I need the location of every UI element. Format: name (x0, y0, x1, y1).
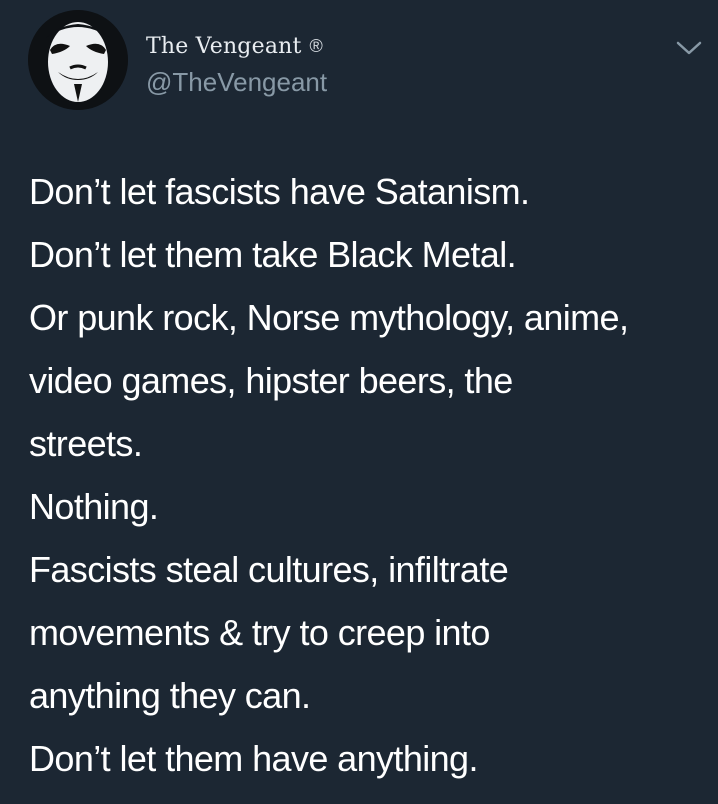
display-name[interactable]: The Vengeant (146, 34, 302, 59)
tweet-header: The Vengeant ® @TheVengeant (28, 10, 702, 120)
tweet-line: streets. (29, 423, 143, 464)
user-handle[interactable]: @TheVengeant (146, 66, 327, 98)
tweet-line: video games, hipster beers, the (29, 360, 513, 401)
author-names: The Vengeant ® @TheVengeant (146, 30, 327, 98)
tweet-line: Don’t let them take Black Metal. (29, 234, 517, 275)
tweet-line: Don’t let fascists have Satanism. (29, 171, 530, 212)
tweet-line: Fascists steal cultures, infiltrate (29, 549, 509, 590)
tweet-text: Don’t let fascists have Satanism. Don’t … (29, 160, 709, 790)
chevron-down-icon[interactable] (675, 38, 703, 58)
avatar[interactable] (28, 10, 128, 110)
tweet-line: movements & try to creep into (29, 612, 490, 653)
registered-trademark-icon: ® (309, 36, 323, 56)
tweet-line: anything they can. (29, 675, 311, 716)
tweet-line: Don’t let them have anything. (29, 738, 478, 779)
tweet-card: The Vengeant ® @TheVengeant Don’t let fa… (0, 0, 718, 804)
tweet-line: Or punk rock, Norse mythology, anime, (29, 297, 629, 338)
mask-avatar-icon (28, 10, 128, 110)
display-name-row: The Vengeant ® (146, 30, 327, 62)
tweet-line: Nothing. (29, 486, 159, 527)
